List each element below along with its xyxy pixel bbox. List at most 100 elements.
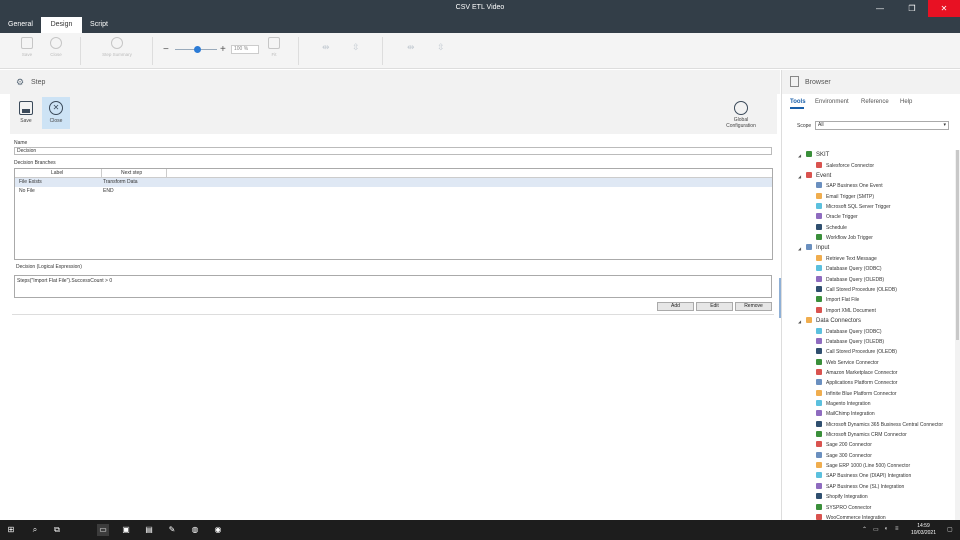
tree-item[interactable]: Web Service Connector — [816, 358, 879, 369]
network-icon[interactable]: ▭ — [873, 526, 879, 533]
align-vertical-icon[interactable]: ⇳ — [352, 42, 360, 53]
browser-tab-reference[interactable]: Reference — [861, 99, 889, 105]
tree-category[interactable]: ◢ Event — [798, 171, 831, 182]
app-icon[interactable]: ✎ — [166, 524, 178, 536]
tree-item[interactable]: Email Trigger (SMTP) — [816, 192, 874, 203]
windows-start-icon[interactable]: ⊞ — [5, 524, 17, 536]
search-icon[interactable]: ⌕ — [29, 524, 41, 536]
distribute-horizontal-icon[interactable]: ⇹ — [407, 42, 415, 53]
notification-icon[interactable]: ▢ — [947, 526, 953, 533]
chrome-icon[interactable]: ◉ — [212, 524, 224, 536]
browser-tab-environment[interactable]: Environment — [815, 99, 849, 105]
zoom-slider-handle[interactable] — [194, 46, 201, 53]
tree-item[interactable]: Sage 200 Connector — [816, 441, 872, 451]
expand-arrow-icon[interactable]: ◢ — [798, 174, 801, 179]
fit-button[interactable]: Fit — [260, 37, 288, 57]
clock[interactable]: 14:59 10/03/2021 — [911, 523, 936, 537]
file-explorer-icon[interactable]: ▤ — [143, 524, 155, 536]
remove-button[interactable]: Remove — [735, 302, 772, 311]
tool-icon — [816, 286, 822, 292]
step-close-button[interactable]: ✕ Close — [42, 97, 70, 129]
scope-select[interactable]: All ▾ — [815, 121, 949, 130]
tree-item[interactable]: SAP Business One Event — [816, 182, 883, 192]
tree-item[interactable]: Retrieve Text Message — [816, 254, 877, 265]
edit-button[interactable]: Edit — [696, 302, 733, 311]
table-row[interactable]: No File END — [15, 187, 772, 196]
zoom-level-field[interactable]: 100 % — [231, 45, 259, 54]
tab-script[interactable]: Script — [82, 17, 116, 33]
browser-tab-help[interactable]: Help — [900, 99, 912, 105]
tree-item[interactable]: SAP Business One (SL) Integration — [816, 482, 904, 493]
browser-tab-tools[interactable]: Tools — [790, 99, 806, 105]
tree-item[interactable]: Sage 300 Connector — [816, 451, 872, 462]
tool-icon — [816, 400, 822, 406]
tree-item[interactable]: Database Query (OLEDB) — [816, 275, 884, 286]
close-window-button[interactable]: ✕ — [928, 0, 960, 17]
language-icon[interactable]: ≡ — [895, 526, 899, 532]
distribute-vertical-icon[interactable]: ⇳ — [437, 42, 445, 53]
tree-item[interactable]: Schedule — [816, 223, 847, 234]
menu-bar: General Design Script — [0, 17, 960, 33]
expand-arrow-icon[interactable]: ◢ — [798, 153, 801, 158]
tree-item[interactable]: Amazon Marketplace Connector — [816, 368, 897, 379]
decision-expression-input[interactable]: Steps("Import Flat File").SuccessCount >… — [14, 275, 772, 298]
tree-category[interactable]: ◢ SKIT — [798, 151, 829, 161]
name-input[interactable]: Decision — [14, 147, 772, 155]
ribbon-close-button[interactable]: Close — [42, 37, 70, 57]
tree-item[interactable]: Salesforce Connector — [816, 161, 874, 172]
tree-item[interactable]: SYSPRO Connector — [816, 503, 871, 514]
tree-item[interactable]: Microsoft Dynamics 365 Business Central … — [816, 420, 943, 431]
step-summary-button[interactable]: Step Summary — [96, 37, 138, 57]
zoom-out-icon[interactable]: − — [163, 44, 169, 55]
tree-item[interactable]: SAP Business One (DIAPI) Integration — [816, 472, 911, 482]
minimize-button[interactable]: — — [864, 0, 896, 17]
splitter-handle[interactable] — [779, 278, 781, 318]
browser-panel: Browser Tools Environment Reference Help… — [782, 70, 960, 521]
table-row[interactable]: File Exists Transform Data — [15, 178, 772, 187]
global-configuration-button[interactable]: Global Configuration — [721, 97, 761, 129]
add-button[interactable]: Add — [657, 302, 694, 311]
zoom-in-icon[interactable]: + — [220, 44, 226, 55]
tree-category[interactable]: ◢ Data Connectors — [798, 317, 861, 327]
tree-item[interactable]: Sage ERP 1000 (Line 500) Connector — [816, 462, 910, 472]
tree-item[interactable]: Call Stored Procedure (OLEDB) — [816, 286, 897, 296]
ribbon-save-button[interactable]: Save — [13, 37, 41, 57]
tree-item[interactable]: Oracle Trigger — [816, 213, 858, 223]
tree-item[interactable]: Infinite Blue Platform Connector — [816, 389, 897, 400]
close-icon — [50, 37, 62, 49]
app-icon[interactable]: ◍ — [189, 524, 201, 536]
app-icon[interactable]: ▣ — [120, 524, 132, 536]
tree-item[interactable]: Microsoft SQL Server Trigger — [816, 203, 891, 213]
tree-item[interactable]: Database Query (ODBC) — [816, 265, 882, 275]
browser-scrollbar[interactable] — [955, 150, 960, 520]
tree-item[interactable]: Microsoft Dynamics CRM Connector — [816, 431, 907, 441]
scrollbar-thumb[interactable] — [956, 150, 959, 340]
etl-app-icon[interactable]: ▭ — [97, 524, 109, 536]
column-header-label[interactable]: Label — [51, 170, 63, 176]
tree-category[interactable]: ◢ Input — [798, 244, 829, 254]
tree-item[interactable]: Import XML Document — [816, 306, 876, 317]
expand-arrow-icon[interactable]: ◢ — [798, 319, 801, 324]
tree-item[interactable]: Workflow Job Trigger — [816, 234, 873, 244]
tree-item[interactable]: Applications Platform Connector — [816, 379, 897, 389]
tree-item[interactable]: MailChimp Integration — [816, 410, 875, 420]
step-save-button[interactable]: Save — [12, 97, 40, 129]
tool-icon — [816, 306, 822, 313]
tree-item[interactable]: Database Query (OLEDB) — [816, 337, 885, 348]
volume-icon[interactable]: ◖ — [884, 526, 888, 532]
tab-general[interactable]: General — [0, 17, 41, 33]
task-view-icon[interactable]: ⧉ — [51, 524, 63, 536]
tree-item[interactable]: Call Stored Procedure (OLEDB) — [816, 348, 897, 358]
tab-design[interactable]: Design — [41, 17, 82, 33]
expand-arrow-icon[interactable]: ◢ — [798, 246, 801, 251]
tree-item[interactable]: Import Flat File — [816, 296, 859, 306]
tree-item[interactable]: Database Query (ODBC) — [816, 327, 882, 338]
column-header-next-step[interactable]: Next step — [121, 170, 142, 176]
tree-item[interactable]: Shopify Integration — [816, 493, 868, 503]
tray-arrow-icon[interactable]: ⌃ — [862, 526, 867, 533]
tree-item[interactable]: Magento Integration — [816, 400, 870, 410]
active-tab-indicator — [790, 107, 804, 109]
tree-item-label: Database Query (OLEDB) — [826, 338, 885, 345]
align-horizontal-icon[interactable]: ⇹ — [322, 42, 330, 53]
maximize-button[interactable]: ❐ — [896, 0, 928, 17]
